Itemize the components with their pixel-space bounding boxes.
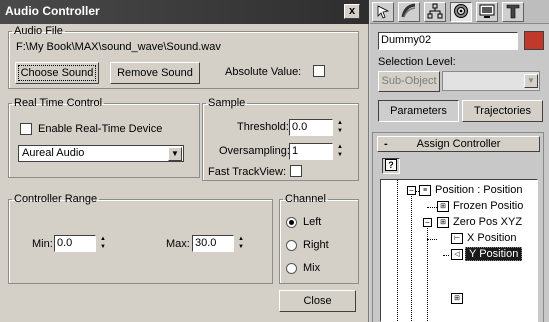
sub-object-button[interactable]: Sub-Object [378, 71, 440, 92]
track-node-icon: ◁ [451, 249, 463, 260]
rollout-collapse-toggle: - [384, 138, 388, 150]
channel-left-label: Left [303, 216, 322, 228]
controller-node-icon: ⊞ [437, 217, 449, 228]
enable-real-time-label: Enable Real-Time Device [38, 123, 163, 135]
hierarchy-icon[interactable] [424, 2, 446, 22]
tree-item-x-position[interactable]: X Position [467, 232, 517, 244]
help-icon[interactable]: ? [382, 158, 400, 174]
tab-parameters[interactable]: Parameters [378, 100, 459, 122]
collapse-node-icon[interactable]: − [407, 186, 416, 195]
channel-legend: Channel [285, 193, 326, 205]
max-label: Max: [166, 238, 190, 250]
help-glyph: ? [385, 159, 397, 171]
assign-controller-header[interactable]: - Assign Controller [377, 136, 540, 152]
channel-mix-radio[interactable] [286, 263, 297, 274]
oversampling-label: Oversampling: [219, 145, 290, 157]
threshold-input[interactable]: 0.0 [289, 119, 333, 136]
create-icon[interactable] [372, 2, 394, 22]
tree-item-zero-pos-xyz[interactable]: Zero Pos XYZ [453, 216, 522, 228]
utilities-icon[interactable] [502, 2, 524, 22]
remove-sound-button[interactable]: Remove Sound [110, 62, 200, 84]
threshold-label: Threshold: [237, 121, 289, 133]
max-input[interactable]: 30.0 [192, 235, 234, 252]
fast-trackview-label: Fast TrackView: [208, 166, 287, 178]
tab-trajectories[interactable]: Trajectories [462, 100, 543, 122]
max-spinner[interactable]: ▲ ▼ [236, 235, 246, 251]
real-time-legend: Real Time Control [14, 97, 103, 109]
selection-level-label: Selection Level: [378, 56, 456, 68]
audio-device-value: Aureal Audio [22, 147, 85, 159]
sub-object-dropdown[interactable]: ▼ [442, 71, 540, 91]
sample-legend: Sample [208, 97, 246, 109]
min-input[interactable]: 0.0 [54, 235, 96, 252]
threshold-spinner[interactable]: ▲ ▼ [335, 119, 345, 135]
enable-real-time-checkbox[interactable] [20, 123, 32, 135]
close-window-button[interactable]: x [344, 4, 360, 19]
chevron-down-icon[interactable]: ▼ [168, 147, 182, 161]
title-bar[interactable]: Audio Controller x [0, 0, 369, 24]
object-color-fill [525, 32, 543, 49]
channel-right-radio[interactable] [286, 240, 297, 251]
oversampling-spinner[interactable]: ▲ ▼ [335, 143, 345, 159]
min-spinner[interactable]: ▲ ▼ [98, 235, 108, 251]
absolute-value-label: Absolute Value: [225, 66, 302, 78]
object-color-swatch[interactable] [524, 31, 544, 50]
absolute-value-checkbox[interactable] [313, 65, 325, 77]
audio-file-path: F:\My Book\MAX\sound_wave\Sound.wav [16, 41, 221, 53]
audio-file-legend: Audio File [14, 25, 63, 37]
oversampling-input[interactable]: 1 [289, 143, 333, 160]
real-time-control-group: Real Time Control [8, 97, 200, 178]
choose-sound-button[interactable]: Choose Sound [15, 62, 99, 84]
channel-mix-label: Mix [303, 262, 321, 274]
tree-item-position[interactable]: Position : Position [435, 184, 522, 196]
controller-range-legend: Controller Range [14, 193, 98, 205]
controller-tree[interactable]: − ≡ Position : Position ⊞ Frozen Positio… [380, 179, 538, 322]
rollout-title: Assign Controller [416, 138, 501, 150]
audio-device-dropdown[interactable]: Aureal Audio ▼ [18, 145, 184, 162]
window-title: Audio Controller [5, 4, 100, 18]
motion-icon[interactable] [450, 2, 472, 22]
channel-left-radio[interactable] [286, 217, 297, 228]
collapse-node-icon[interactable]: − [423, 218, 432, 227]
channel-right-label: Right [303, 239, 329, 251]
fast-trackview-checkbox[interactable] [290, 165, 302, 177]
chevron-down-icon[interactable]: ▼ [524, 74, 538, 88]
object-name-input[interactable]: Dummy02 [378, 32, 518, 50]
controller-node-icon: ≡ [419, 185, 431, 196]
tree-item-y-position[interactable]: Y Position [465, 247, 523, 261]
display-icon[interactable] [476, 2, 498, 22]
modify-icon[interactable] [398, 2, 420, 22]
controller-node-icon: ⊞ [437, 201, 449, 212]
audio-controller-dialog: Audio Controller x Audio File F:\My Book… [0, 0, 369, 322]
command-panel-tabs [370, 0, 549, 24]
tree-item-frozen-position[interactable]: Frozen Positio [453, 200, 523, 212]
close-button[interactable]: Close [279, 290, 356, 312]
track-node-icon: ⊢ [451, 233, 463, 244]
controller-node-icon: ⊞ [451, 293, 463, 304]
min-label: Min: [32, 238, 53, 250]
